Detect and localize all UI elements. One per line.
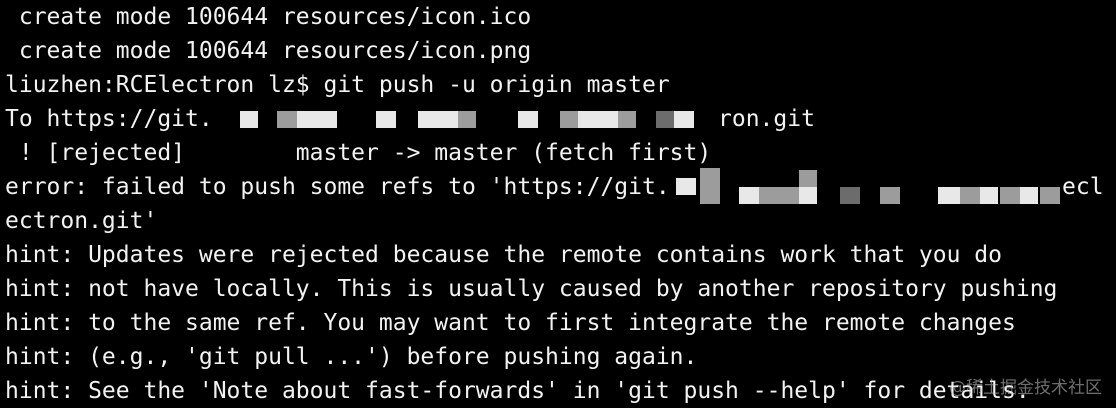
watermark: @稀土掘金技术社区: [949, 378, 1102, 398]
terminal-line-6-error: error: failed to push some refs to 'http…: [5, 174, 670, 200]
terminal-line-3-command: liuzhen:RCElectron lz$ git push -u origi…: [5, 72, 670, 98]
terminal-line-12-hint: hint: See the 'Note about fast-forwards'…: [5, 378, 1030, 404]
redacted-error-url-tail: ecl: [1062, 174, 1104, 200]
terminal-line-2: create mode 100644 resources/icon.png: [5, 38, 532, 64]
terminal-line-9-hint: hint: not have locally. This is usually …: [5, 276, 1058, 302]
terminal-line-7: ectron.git': [5, 208, 158, 234]
terminal-line-11-hint: hint: (e.g., 'git pull ...') before push…: [5, 344, 698, 370]
terminal-line-5-rejected: ! [rejected] master -> master (fetch fir…: [5, 140, 712, 166]
terminal-window[interactable]: create mode 100644 resources/icon.ico cr…: [0, 0, 1116, 408]
redacted-url-tail: ron.git: [718, 106, 815, 132]
terminal-line-8-hint: hint: Updates were rejected because the …: [5, 242, 1002, 268]
terminal-line-1: create mode 100644 resources/icon.ico: [5, 4, 532, 30]
terminal-line-4-remote-url: To https://git.: [5, 106, 213, 132]
terminal-line-10-hint: hint: to the same ref. You may want to f…: [5, 310, 1016, 336]
